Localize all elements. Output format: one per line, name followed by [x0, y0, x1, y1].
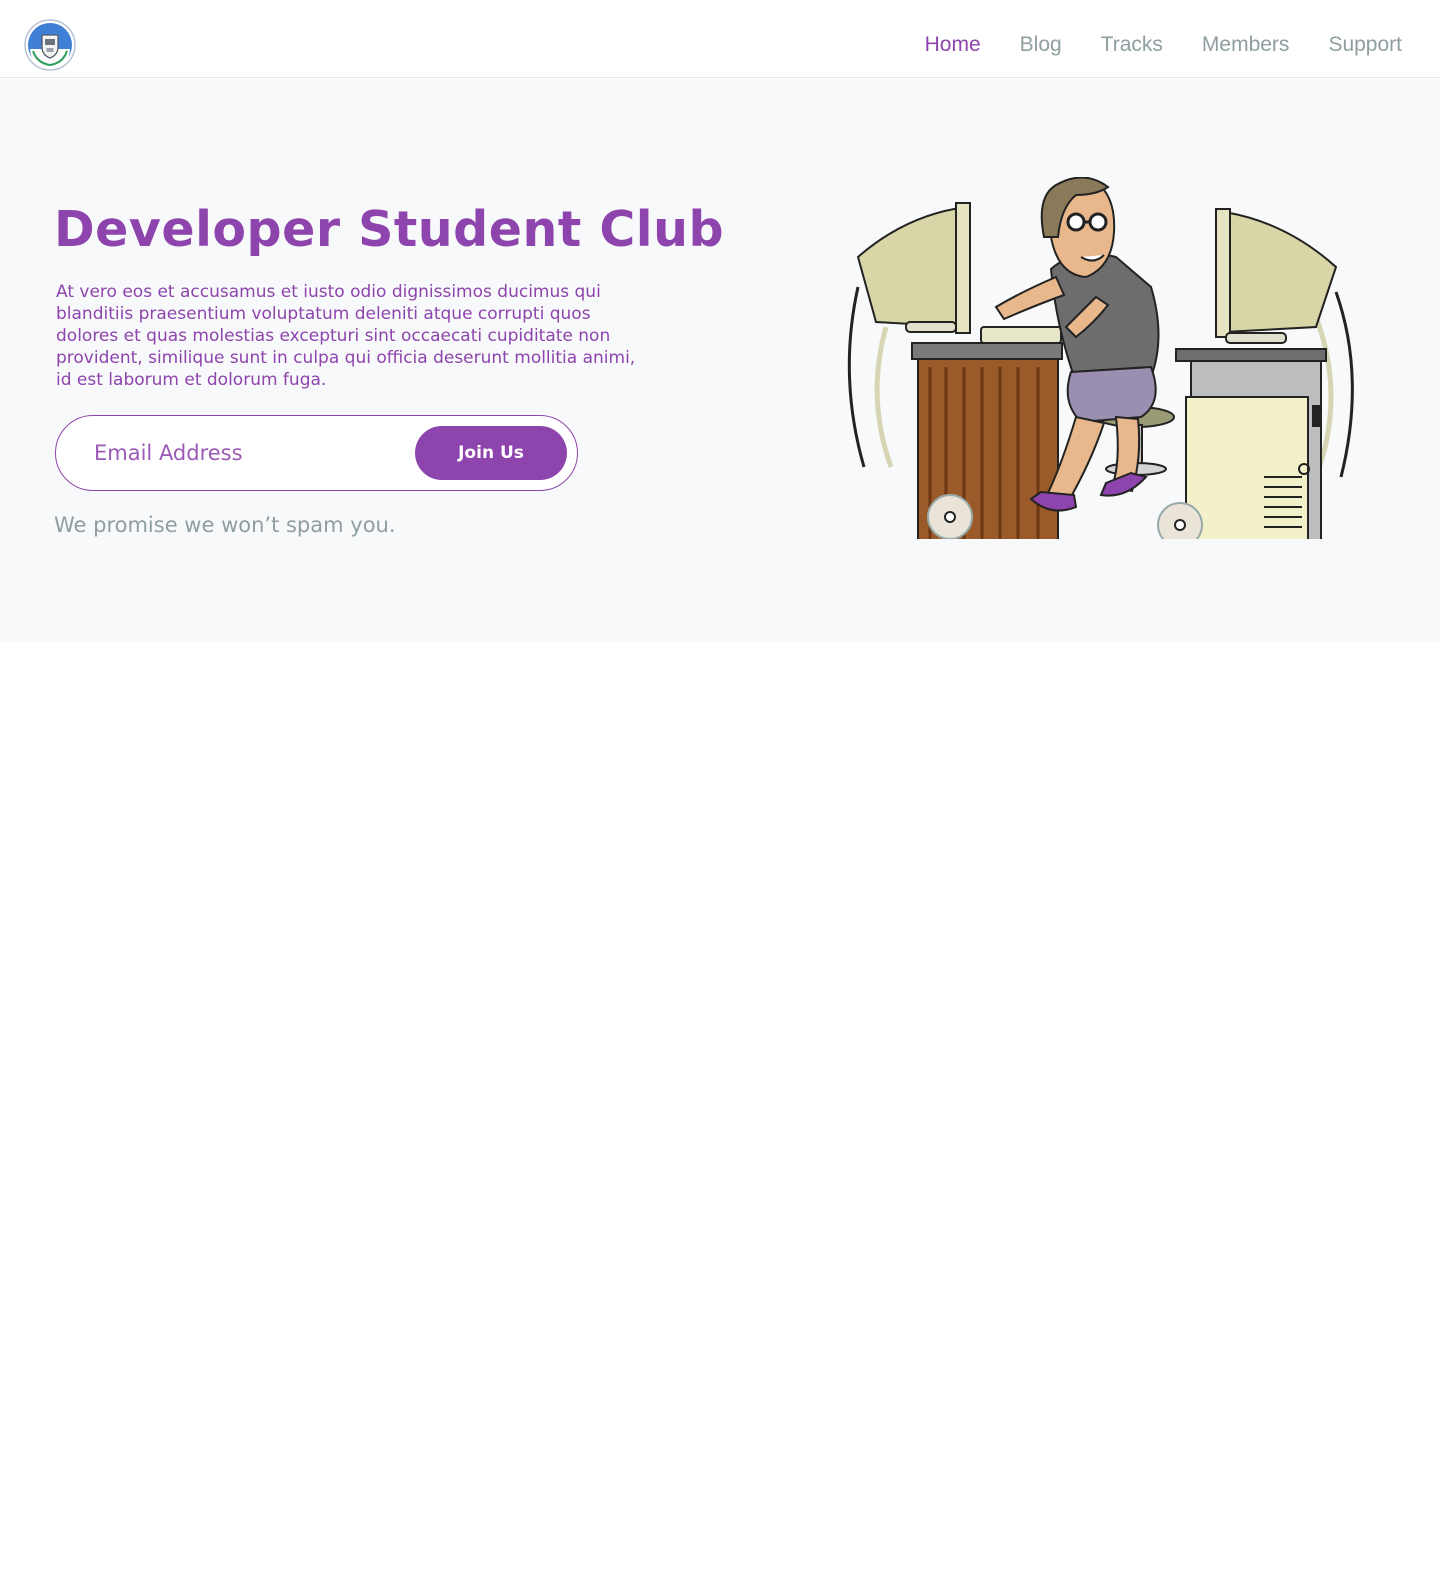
hero-description: At vero eos et accusamus et iusto odio d… — [56, 282, 636, 390]
developer-at-computers-illustration — [847, 177, 1354, 539]
signup-form: Join Us — [55, 415, 578, 491]
nav-links: Home Blog Tracks Members Support — [886, 34, 1402, 55]
nav-link-support[interactable]: Support — [1328, 34, 1402, 55]
hero-section: Developer Student Club At vero eos et ac… — [0, 79, 1440, 642]
navbar: Home Blog Tracks Members Support — [0, 0, 1440, 78]
nav-link-blog[interactable]: Blog — [1020, 34, 1062, 55]
join-us-button[interactable]: Join Us — [415, 426, 567, 480]
club-logo-icon[interactable] — [24, 19, 76, 71]
spam-note: We promise we won’t spam you. — [54, 513, 396, 537]
nav-link-tracks[interactable]: Tracks — [1101, 34, 1163, 55]
nav-link-home[interactable]: Home — [925, 34, 981, 55]
nav-link-members[interactable]: Members — [1202, 34, 1290, 55]
email-input[interactable] — [94, 434, 394, 472]
hero-title: Developer Student Club — [54, 201, 725, 258]
